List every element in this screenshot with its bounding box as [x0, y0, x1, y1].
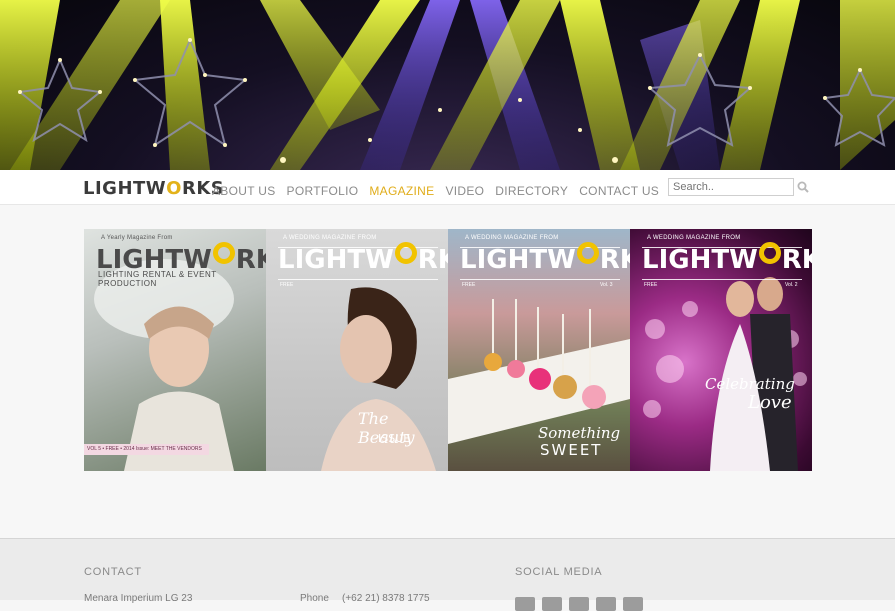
cover-tagline: A WEDDING MAGAZINE FROM: [647, 235, 741, 241]
magazine-cover-grid: A Yearly Magazine From LIGHTWORKS LIGHTI…: [84, 229, 812, 471]
magazine-cover-3[interactable]: A WEDDING MAGAZINE FROM LIGHTWORKS FREE …: [448, 229, 630, 471]
cover-headline-1: Celebrating: [705, 375, 795, 393]
nav-item-portfolio[interactable]: PORTFOLIO: [287, 184, 359, 198]
magazine-cover-4[interactable]: A WEDDING MAGAZINE FROM LIGHTWORKS FREE …: [630, 229, 812, 471]
cover-tagline: A WEDDING MAGAZINE FROM: [283, 235, 377, 241]
cover-tagline: A Yearly Magazine From: [101, 235, 173, 241]
footer-phone-label: Phone: [300, 593, 329, 604]
nav-item-about-us[interactable]: ABOUT US: [212, 184, 276, 198]
cover-brand-o-icon: O: [212, 242, 235, 264]
footer-phone-value: (+62 21) 8378 1775: [342, 593, 430, 604]
cover-brand-o-icon: O: [394, 242, 417, 264]
site-logo[interactable]: LIGHTWORKS: [83, 178, 224, 199]
cover-tagline: A WEDDING MAGAZINE FROM: [465, 235, 559, 241]
footer-contact-heading: CONTACT: [84, 566, 142, 578]
social-icon-5[interactable]: [623, 597, 643, 611]
cover-subtitle: FREE: [462, 282, 476, 288]
cover-issue: Vol. 3: [600, 282, 613, 288]
cover-brand-prefix: LIGHTW: [460, 245, 576, 275]
logo-text-prefix: LIGHTW: [83, 178, 167, 199]
cover-headline-2: Love: [748, 392, 792, 413]
cover-brand-suffix: RKS: [781, 245, 812, 275]
nav-item-directory[interactable]: DIRECTORY: [495, 184, 568, 198]
cover-brand: LIGHTWORKS: [460, 242, 630, 275]
magazine-cover-1[interactable]: A Yearly Magazine From LIGHTWORKS LIGHTI…: [84, 229, 266, 471]
cover-brand: LIGHTWORKS: [278, 242, 448, 275]
magazine-section: A Yearly Magazine From LIGHTWORKS LIGHTI…: [0, 205, 895, 538]
cover-rule: [642, 279, 802, 280]
cover-subtitle: FREE: [644, 282, 658, 288]
cover-headline-2: ISSUE: [378, 432, 411, 445]
cover-strip: VOL 5 • FREE • 2014 Issue: MEET THE VEND…: [84, 444, 209, 455]
nav-item-video[interactable]: VIDEO: [445, 184, 484, 198]
main-navigation: LIGHTWORKS ABOUT US PORTFOLIO MAGAZINE V…: [0, 170, 895, 205]
cover-brand-suffix: RKS: [599, 245, 630, 275]
cover-brand-prefix: LIGHTW: [642, 245, 758, 275]
social-icon-2[interactable]: [542, 597, 562, 611]
cover-rule: [278, 279, 438, 280]
search-icon[interactable]: [797, 181, 809, 193]
cover-rule: [460, 279, 620, 280]
cover-headline-2: SWEET: [540, 441, 603, 459]
cover-brand-o-icon: O: [758, 242, 781, 264]
social-icon-1[interactable]: [515, 597, 535, 611]
cover-issue: Vol. 2: [785, 282, 798, 288]
nav-item-magazine[interactable]: MAGAZINE: [369, 184, 434, 198]
magazine-cover-2[interactable]: A WEDDING MAGAZINE FROM LIGHTWORKS FREE …: [266, 229, 448, 471]
cover-brand-prefix: LIGHTW: [278, 245, 394, 275]
nav-menu: ABOUT US PORTFOLIO MAGAZINE VIDEO DIRECT…: [212, 184, 659, 198]
social-icon-3[interactable]: [569, 597, 589, 611]
cover-brand-o-icon: O: [576, 242, 599, 264]
cover-brand: LIGHTWORKS: [642, 242, 812, 275]
footer-address: Menara Imperium LG 23: [84, 593, 193, 604]
cover-subtitle: LIGHTING RENTAL & EVENT PRODUCTION: [98, 270, 217, 288]
cover-brand-suffix: RKS: [417, 245, 448, 275]
search-input[interactable]: [668, 178, 794, 196]
footer-social-heading: SOCIAL MEDIA: [515, 566, 603, 578]
logo-text-o: O: [166, 178, 182, 199]
site-footer: CONTACT SOCIAL MEDIA Menara Imperium LG …: [0, 538, 895, 611]
hero-banner: [0, 0, 895, 170]
social-icon-4[interactable]: [596, 597, 616, 611]
nav-item-contact-us[interactable]: CONTACT US: [579, 184, 659, 198]
stage-lights-graphic: [0, 0, 895, 170]
cover-headline-1: Something: [538, 424, 621, 442]
cover-subtitle: FREE: [280, 282, 294, 288]
